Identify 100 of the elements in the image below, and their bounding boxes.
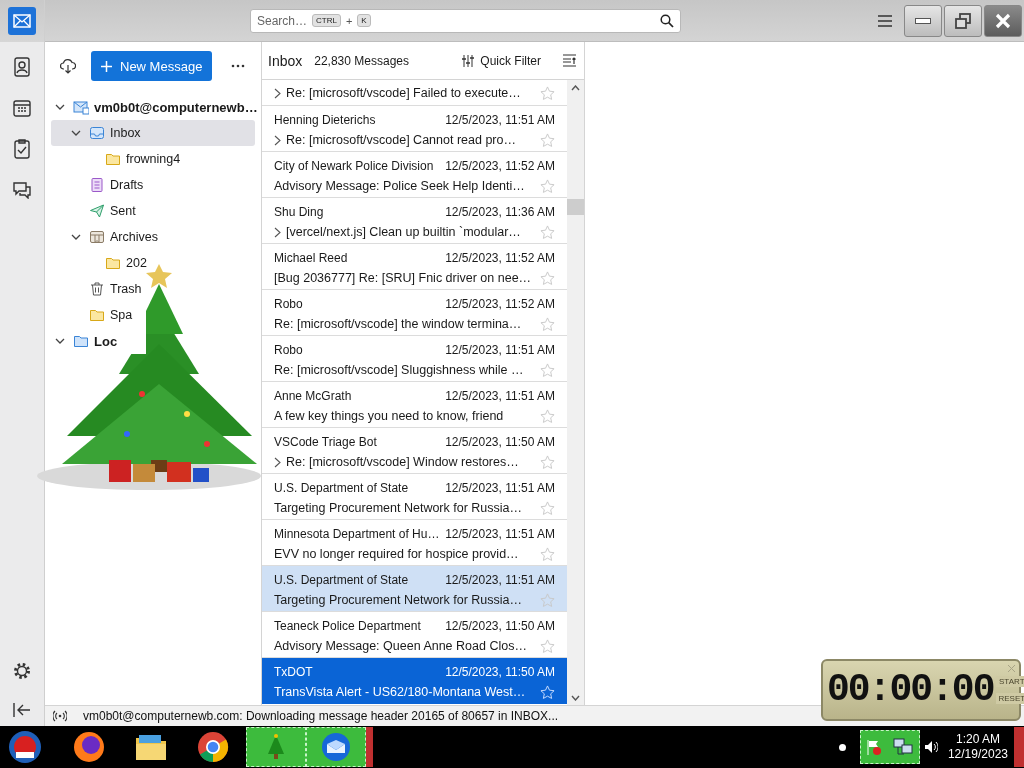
message-subject: Targeting Procurement Network for Russia…: [274, 501, 523, 515]
message-subject: Targeting Procurement Network for Russia…: [274, 593, 523, 607]
minimize-button[interactable]: [904, 4, 942, 37]
message-sender: TxDOT: [274, 665, 313, 681]
message-count: 22,830 Messages: [314, 53, 409, 68]
christmas-tree-icon[interactable]: [266, 734, 286, 760]
collapse-icon[interactable]: [13, 702, 31, 718]
star-icon[interactable]: [540, 270, 555, 286]
folder-item[interactable]: Inbox: [51, 120, 255, 146]
message-subject: Re: [microsoft/vscode] Window restores…: [286, 455, 520, 469]
chevron-right-icon[interactable]: [274, 226, 281, 238]
restore-icon: [954, 11, 972, 30]
timer-display: 00:00:00: [827, 671, 994, 709]
network-icon[interactable]: [893, 738, 914, 756]
scrollbar-thumb[interactable]: [567, 199, 584, 215]
message-sender: U.S. Department of State: [274, 481, 409, 497]
star-icon[interactable]: [540, 132, 555, 148]
folder-icon: [105, 151, 121, 167]
folder-item[interactable]: frowning4: [51, 146, 183, 172]
settings-icon[interactable]: [13, 662, 31, 680]
layout-icon[interactable]: [563, 54, 576, 67]
calendar-icon[interactable]: [13, 99, 31, 117]
address-book-icon[interactable]: [13, 57, 31, 77]
star-icon[interactable]: [540, 316, 555, 332]
star-icon[interactable]: [540, 592, 555, 608]
cloud-download-icon[interactable]: [60, 58, 76, 74]
folder-item[interactable]: Drafts: [51, 172, 146, 198]
message-row[interactable]: U.S. Department of State 12/5/2023, 11:51 AM Targeting Procurement Network for Russia…: [262, 566, 567, 612]
chrome-icon[interactable]: [196, 730, 230, 764]
folder-item[interactable]: Sent: [51, 198, 138, 224]
message-subject: Re: [microsoft/vscode] Cannot read pro…: [286, 133, 517, 147]
shortcut-key: K: [357, 14, 371, 27]
trash-icon: [89, 281, 105, 297]
message-sender: Henning Dieterichs: [274, 113, 376, 129]
chevron-right-icon[interactable]: [274, 134, 281, 146]
folder-icon: [89, 307, 105, 323]
quick-filter-button[interactable]: Quick Filter: [462, 53, 541, 68]
plus-sign: +: [345, 14, 353, 27]
message-date: 12/5/2023, 11:51 AM: [445, 481, 555, 497]
star-icon[interactable]: [540, 178, 555, 194]
folder-icon: [105, 255, 121, 271]
new-message-button[interactable]: New Message: [91, 51, 213, 81]
star-icon[interactable]: [540, 684, 555, 700]
dot-icon[interactable]: [838, 743, 846, 751]
search-field[interactable]: Search…: [257, 13, 307, 28]
folder-item[interactable]: Loc: [51, 328, 120, 354]
message-date: 12/5/2023, 11:50 AM: [445, 665, 555, 681]
message-subject: Advisory Message: Police Seek Help Identi…: [274, 179, 526, 193]
document-icon: [89, 177, 105, 193]
folder-item[interactable]: Archives: [51, 224, 160, 250]
timer-button[interactable]: RESET: [996, 693, 1024, 704]
message-sender: U.S. Department of State: [274, 573, 409, 589]
star-icon[interactable]: [540, 500, 555, 516]
star-icon[interactable]: [540, 224, 555, 240]
search-icon[interactable]: [660, 13, 674, 28]
message-row[interactable]: TxDOT 12/5/2023, 11:50 AM TransVista Alert - US62/180-Montana West…: [262, 658, 567, 704]
message-sender: Michael Reed: [274, 251, 348, 267]
mail-bird-icon[interactable]: [321, 732, 351, 762]
close-button[interactable]: [984, 4, 1022, 37]
message-subject: EVV no longer required for hospice provid…: [274, 547, 520, 561]
star-icon[interactable]: [540, 454, 555, 470]
folder-item[interactable]: vm0b0t@computernewb…: [51, 94, 260, 120]
star-icon[interactable]: [540, 546, 555, 562]
chat-icon[interactable]: [12, 181, 32, 199]
status-text: vm0b0t@computernewb.com: Downloading message header 20165 of 80657 in INBOX...: [83, 709, 559, 723]
scroll-up-icon[interactable]: [571, 85, 580, 91]
mail-account-icon: [73, 99, 89, 115]
message-row[interactable]: Re: [microsoft/vscode] Failed to execute…: [262, 80, 567, 106]
inbox-icon: [89, 125, 105, 141]
message-date: 12/5/2023, 11:51 AM: [445, 527, 555, 543]
clock[interactable]: 1:20 AM 12/19/2023: [947, 732, 1008, 762]
mail-icon[interactable]: [8, 7, 36, 35]
menu-icon[interactable]: [878, 14, 892, 27]
chevron-right-icon[interactable]: [274, 456, 281, 468]
star-icon[interactable]: [540, 362, 555, 378]
scroll-down-icon[interactable]: [571, 695, 580, 701]
chevron-right-icon[interactable]: [274, 87, 281, 99]
firefox-icon[interactable]: [72, 730, 106, 764]
folder-item[interactable]: Trash: [51, 276, 144, 302]
star-icon[interactable]: [540, 408, 555, 424]
restore-button[interactable]: [944, 4, 982, 37]
message-subject: Re: [microsoft/vscode] the window termina…: [274, 317, 523, 331]
clipboard-check-icon[interactable]: [14, 139, 30, 159]
folder-title: Inbox: [268, 52, 303, 69]
message-sender: Shu Ding: [274, 205, 324, 221]
star-icon[interactable]: [540, 85, 555, 101]
message-sender: Teaneck Police Department: [274, 619, 421, 635]
message-date: 12/5/2023, 11:51 AM: [445, 113, 555, 129]
search-bar[interactable]: Search… CTRL + K: [250, 8, 681, 33]
folder-item[interactable]: Spa: [51, 302, 135, 328]
volume-icon[interactable]: [923, 740, 938, 754]
more-icon[interactable]: [231, 64, 246, 68]
message-sender: City of Newark Police Division: [274, 159, 434, 175]
folder-item[interactable]: 202: [51, 250, 149, 276]
shortcut-key: CTRL: [312, 14, 341, 27]
paper-plane-icon: [89, 203, 105, 219]
flag-icon[interactable]: [866, 739, 883, 755]
start-button-icon[interactable]: [8, 730, 42, 764]
timer-button[interactable]: START: [996, 676, 1024, 687]
star-icon[interactable]: [540, 638, 555, 654]
